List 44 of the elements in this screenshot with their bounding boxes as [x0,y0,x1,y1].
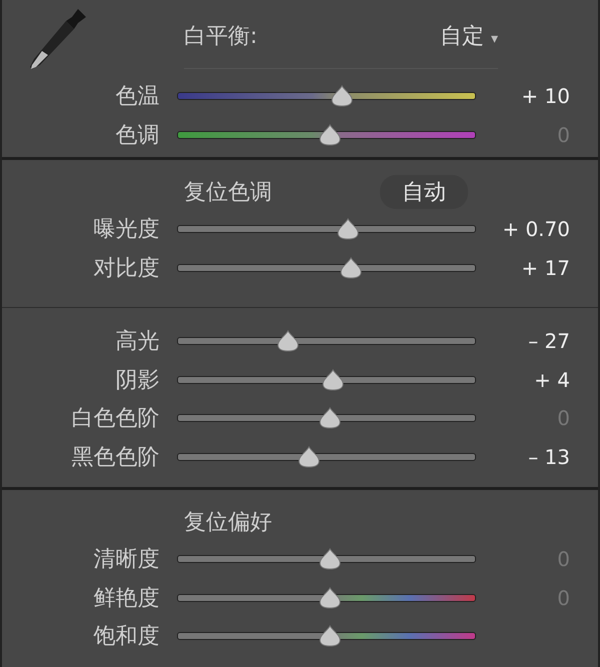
slider-thumb[interactable] [336,218,360,240]
slider-thumb[interactable] [318,625,342,648]
slider-thumb[interactable] [276,330,300,352]
slider[interactable] [177,256,476,280]
balance-mode-label: 白平衡: [184,23,258,51]
slider[interactable] [177,122,476,147]
slider-thumb[interactable] [318,586,342,609]
slider-label: 清晰度 [92,546,160,574]
slider-value: + 4 [533,368,570,392]
slider[interactable] [177,368,476,392]
slider-thumb[interactable] [338,256,363,279]
slider-thumb[interactable] [318,124,342,146]
slider-label: 曝光度 [92,216,160,244]
slider-label: 阴影 [114,366,160,395]
slider-thumb[interactable] [296,446,321,468]
slider-value: + 10 [520,84,570,108]
slider-label: 鲜艳度 [92,584,160,613]
reset-button[interactable]: 复位偏好 [184,507,272,537]
slider-value: – 13 [527,444,570,469]
slider[interactable] [177,329,476,354]
slider-label: 色调 [114,122,160,150]
slider[interactable] [177,444,476,469]
slider-value: + 0.70 [501,217,570,242]
slider-value: + 17 [520,256,570,280]
slider[interactable] [177,586,476,610]
slider[interactable] [177,624,476,648]
slider-thumb[interactable] [318,548,342,570]
auto-button[interactable]: 自动 [380,175,468,209]
preset-dropdown[interactable]: 自定 ▾ [440,21,498,51]
slider-thumb[interactable] [318,407,342,430]
slider-label: 对比度 [92,254,160,283]
slider[interactable] [177,84,476,108]
slider-thumb[interactable] [330,85,354,108]
slider-value: – 27 [527,329,570,354]
slider-label: 饱和度 [92,623,160,652]
slider-label: 色温 [114,83,160,112]
slider-label: 黑色色阶 [70,444,160,472]
slider-label: 高光 [114,328,160,356]
slider[interactable] [177,547,476,572]
slider[interactable] [177,406,476,430]
slider-label: 白色色阶 [70,405,160,434]
slider-thumb[interactable] [320,368,345,391]
reset-button[interactable]: 复位色调 [184,177,272,207]
slider[interactable] [177,217,476,242]
